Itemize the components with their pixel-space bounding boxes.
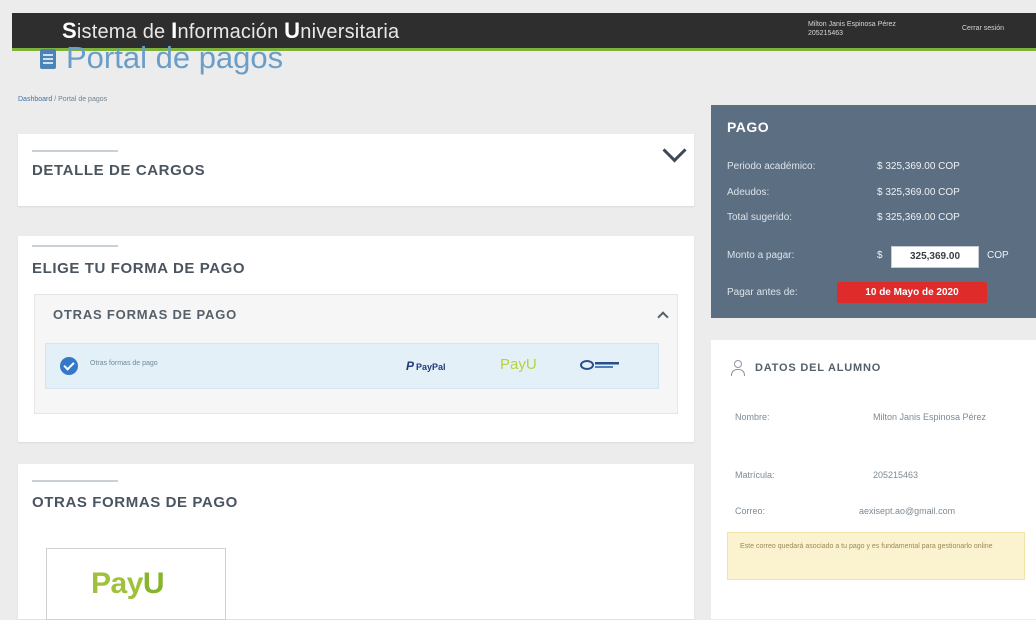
payu-option[interactable]: PayU	[46, 548, 226, 620]
check-circle-icon[interactable]	[60, 357, 78, 375]
matricula-label: Matrícula:	[735, 470, 775, 480]
breadcrumb-current: Portal de pagos	[58, 96, 108, 103]
detalle-cargos-card[interactable]: DETALLE DE CARGOS	[18, 134, 694, 206]
adeudos-value: $ 325,369.00 COP	[877, 187, 960, 198]
otras-formas-card: OTRAS FORMAS DE PAGO PayU	[18, 464, 694, 620]
detalle-cargos-title: DETALLE DE CARGOS	[32, 162, 206, 179]
document-icon	[40, 49, 56, 69]
nombre-value: Milton Janis Espinosa Pérez	[873, 412, 987, 422]
pago-title: PAGO	[727, 119, 770, 135]
due-date-badge: 10 de Mayo de 2020	[837, 282, 987, 303]
monto-label: Monto a pagar:	[727, 250, 795, 261]
forma-pago-title: ELIGE TU FORMA DE PAGO	[32, 260, 246, 277]
page-title: Portal de pagos	[40, 40, 283, 76]
chevron-up-icon[interactable]	[657, 311, 669, 323]
periodo-value: $ 325,369.00 COP	[877, 161, 960, 172]
pago-summary-panel: PAGO Periodo académico: $ 325,369.00 COP…	[711, 105, 1036, 318]
correo-note: Este correo quedará asociado a tu pago y…	[727, 532, 1025, 580]
otras-formas-header[interactable]: OTRAS FORMAS DE PAGO	[53, 307, 237, 322]
payu-logo: PayU	[500, 356, 537, 373]
total-sugerido-label: Total sugerido:	[727, 212, 793, 223]
currency-code: COP	[987, 250, 1009, 261]
datos-alumno-panel: DATOS DEL ALUMNO Nombre: Milton Janis Es…	[711, 340, 1036, 619]
payment-option-label: Otras formas de pago	[90, 360, 158, 367]
due-label: Pagar antes de:	[727, 287, 798, 298]
correo-value: aexisept.ao@gmail.com	[859, 506, 956, 516]
paypal-logo: P PayPal	[406, 359, 446, 373]
otras-formas-accordion: OTRAS FORMAS DE PAGO Otras formas de pag…	[34, 294, 678, 414]
total-sugerido-value: $ 325,369.00 COP	[877, 212, 960, 223]
nombre-label: Nombre:	[735, 412, 770, 422]
user-name: Milton Janis Espinosa Pérez 205215463	[808, 21, 896, 37]
payu-logo-large: PayU	[91, 567, 165, 600]
correo-label: Correo:	[735, 506, 766, 516]
user-icon	[731, 360, 745, 376]
chevron-down-icon[interactable]	[662, 138, 687, 163]
currency-symbol: $	[877, 250, 883, 261]
datos-alumno-title: DATOS DEL ALUMNO	[755, 362, 882, 374]
bank-card-logo	[580, 360, 619, 370]
periodo-label: Periodo académico:	[727, 161, 816, 172]
otras-formas-title: OTRAS FORMAS DE PAGO	[32, 494, 238, 511]
payment-option-row[interactable]: Otras formas de pago P PayPal PayU	[45, 343, 659, 389]
adeudos-label: Adeudos:	[727, 187, 770, 198]
forma-pago-card: ELIGE TU FORMA DE PAGO OTRAS FORMAS DE P…	[18, 236, 694, 442]
breadcrumb-home-link[interactable]: Dashboard	[18, 96, 52, 103]
matricula-value: 205215463	[873, 470, 919, 480]
monto-input[interactable]: 325,369.00	[891, 246, 979, 268]
logout-link[interactable]: Cerrar sesión	[962, 25, 1004, 32]
breadcrumb: Dashboard / Portal de pagos	[18, 96, 108, 103]
